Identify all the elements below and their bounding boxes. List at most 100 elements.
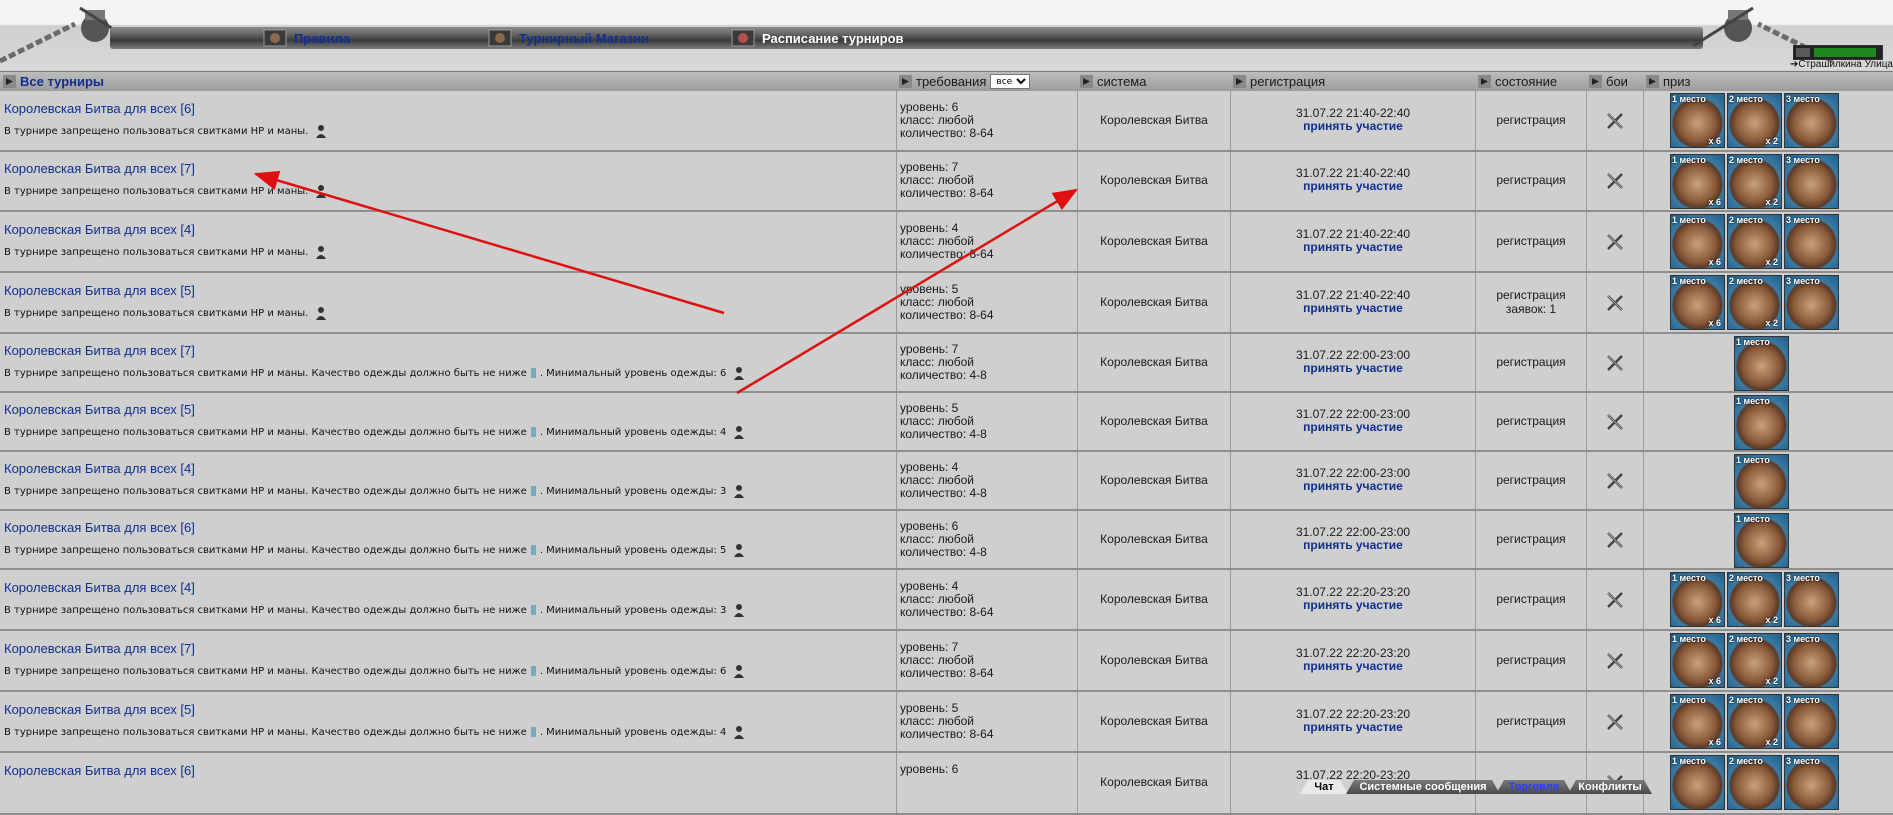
prize-item-icon[interactable]: 1 место x 6	[1670, 154, 1725, 209]
state-text: регистрация	[1496, 532, 1566, 546]
join-link[interactable]: принять участие	[1303, 598, 1403, 612]
join-link[interactable]: принять участие	[1303, 240, 1403, 254]
state-cell: регистрация	[1476, 570, 1587, 629]
prize-item-icon[interactable]: 1 место x 6	[1670, 694, 1725, 749]
req-count: количество: 4-8	[900, 486, 987, 500]
system-name: Королевская Битва	[1100, 113, 1208, 127]
prize-item-icon[interactable]: 2 место x 2	[1727, 572, 1782, 627]
crossed-swords-icon[interactable]	[1606, 413, 1624, 431]
state-text: регистрация	[1496, 113, 1566, 127]
prize-item-icon[interactable]: 2 место x 2	[1727, 275, 1782, 330]
fights-cell	[1587, 393, 1644, 450]
registration-cell: 31.07.22 21:40-22:40 принять участие	[1231, 273, 1476, 332]
crossed-swords-icon[interactable]	[1606, 531, 1624, 549]
crossed-swords-icon[interactable]	[1606, 354, 1624, 372]
prize-item-icon[interactable]: 2 место x 2	[1727, 154, 1782, 209]
crossed-swords-icon[interactable]	[1606, 652, 1624, 670]
tournament-name-link[interactable]: Королевская Битва для всех [7]	[4, 161, 195, 176]
prize-quantity: x 6	[1708, 737, 1721, 747]
prize-place-label: 1 место	[1736, 514, 1770, 524]
system-name: Королевская Битва	[1100, 775, 1208, 789]
tab-chat[interactable]: Чат	[1300, 780, 1348, 794]
prize-item-icon[interactable]: 1 место	[1734, 513, 1789, 568]
prize-item-icon[interactable]: 3 место	[1784, 154, 1839, 209]
join-link[interactable]: принять участие	[1303, 659, 1403, 673]
tournament-name-link[interactable]: Королевская Битва для всех [7]	[4, 343, 195, 358]
crossed-swords-icon[interactable]	[1606, 591, 1624, 609]
tournament-name-link[interactable]: Королевская Битва для всех [4]	[4, 222, 195, 237]
tournament-name-link[interactable]: Королевская Битва для всех [5]	[4, 283, 195, 298]
prize-cell: 1 место x 6 2 место x 2 3 место	[1644, 273, 1893, 332]
nav-rules[interactable]: Правила	[262, 28, 350, 48]
prize-item-icon[interactable]: 1 место	[1734, 336, 1789, 391]
join-link[interactable]: принять участие	[1303, 720, 1403, 734]
req-count: количество: 4-8	[900, 545, 987, 559]
prize-item-icon[interactable]: 1 место x 6	[1670, 572, 1725, 627]
requirements-filter-select[interactable]: все	[990, 74, 1031, 89]
table-row: Королевская Битва для всех [5] В турнире …	[0, 393, 1893, 452]
location-label[interactable]: ➔Страшилкина Улица	[1790, 59, 1893, 70]
tab-trade[interactable]: Торговля	[1496, 780, 1572, 794]
header-all-tournaments[interactable]: Все турниры	[3, 72, 104, 91]
prize-item-icon[interactable]: 2 место x 2	[1727, 694, 1782, 749]
prize-item-icon[interactable]: 3 место	[1784, 694, 1839, 749]
prize-item-icon[interactable]: 1 место x 6	[1670, 275, 1725, 330]
tournament-name-link[interactable]: Королевская Битва для всех [6]	[4, 520, 195, 535]
state-text: регистрация	[1496, 355, 1566, 369]
prize-item-icon[interactable]: 2 место x 2	[1727, 214, 1782, 269]
nav-tournament-shop[interactable]: Турнирный Магазин	[487, 28, 649, 48]
prize-item-icon[interactable]: 1 место x 6	[1670, 93, 1725, 148]
crossed-swords-icon[interactable]	[1606, 472, 1624, 490]
crossed-swords-icon[interactable]	[1606, 112, 1624, 130]
tab-conflicts[interactable]: Конфликты	[1568, 780, 1652, 794]
tournament-desc-text: В турнире запрещено пользоваться свиткам…	[4, 665, 527, 677]
nav-tournament-schedule[interactable]: Расписание турниров	[730, 28, 904, 48]
prize-item-icon[interactable]: 1 место	[1734, 395, 1789, 450]
tournament-name-link[interactable]: Королевская Битва для всех [6]	[4, 101, 195, 116]
registration-cell: 31.07.22 21:40-22:40 принять участие	[1231, 152, 1476, 210]
prize-item-icon[interactable]: 2 место x 2	[1727, 93, 1782, 148]
tournament-name-link[interactable]: Королевская Битва для всех [6]	[4, 763, 195, 778]
prize-list: 1 место	[1734, 395, 1789, 450]
join-link[interactable]: принять участие	[1303, 420, 1403, 434]
state-cell: регистрация	[1476, 91, 1587, 150]
prize-item-icon[interactable]: 1 место x 6	[1670, 214, 1725, 269]
requirements-cell: уровень: 4 класс: любой количество: 8-64	[897, 212, 1078, 271]
prize-item-icon[interactable]: 3 место	[1784, 633, 1839, 688]
prize-item-icon[interactable]: 3 место	[1784, 275, 1839, 330]
state-cell: регистрация	[1476, 452, 1587, 509]
prize-quantity: x 6	[1708, 197, 1721, 207]
crossed-swords-icon[interactable]	[1606, 713, 1624, 731]
join-link[interactable]: принять участие	[1303, 538, 1403, 552]
prize-quantity: x 2	[1765, 615, 1778, 625]
requirements-cell: уровень: 4 класс: любой количество: 4-8	[897, 452, 1078, 509]
requirements-cell: уровень: 6 класс: любой количество: 8-64	[897, 91, 1078, 150]
person-icon	[314, 306, 328, 320]
tournament-name-link[interactable]: Королевская Битва для всех [4]	[4, 580, 195, 595]
registration-time: 31.07.22 22:20-23:20	[1295, 585, 1411, 599]
crossed-swords-icon[interactable]	[1606, 172, 1624, 190]
state-text: регистрация	[1496, 473, 1566, 487]
prize-item-icon[interactable]: 2 место x 2	[1727, 633, 1782, 688]
requirements-block: уровень: 7 класс: любой количество: 4-8	[900, 343, 987, 382]
crossed-swords-icon[interactable]	[1606, 294, 1624, 312]
join-link[interactable]: принять участие	[1303, 301, 1403, 315]
prize-item-icon[interactable]: 3 место	[1784, 93, 1839, 148]
prize-item-icon[interactable]: 1 место	[1734, 454, 1789, 509]
crossed-swords-icon[interactable]	[1606, 233, 1624, 251]
tournament-name-link[interactable]: Королевская Битва для всех [5]	[4, 402, 195, 417]
system-cell: Королевская Битва	[1078, 631, 1231, 690]
tournament-name-link[interactable]: Королевская Битва для всех [7]	[4, 641, 195, 656]
tab-system-messages[interactable]: Системные сообщения	[1346, 780, 1500, 794]
tournament-name-link[interactable]: Королевская Битва для всех [4]	[4, 461, 195, 476]
prize-item-icon[interactable]: 3 место	[1784, 214, 1839, 269]
prize-item-icon[interactable]: 1 место x 6	[1670, 633, 1725, 688]
tournament-name-link[interactable]: Королевская Битва для всех [5]	[4, 702, 195, 717]
prize-item-icon[interactable]: 3 место	[1784, 572, 1839, 627]
join-link[interactable]: принять участие	[1303, 179, 1403, 193]
person-icon	[732, 664, 746, 678]
join-link[interactable]: принять участие	[1303, 479, 1403, 493]
join-link[interactable]: принять участие	[1303, 119, 1403, 133]
join-link[interactable]: принять участие	[1303, 361, 1403, 375]
registration-cell: 31.07.22 21:40-22:40 принять участие	[1231, 91, 1476, 150]
